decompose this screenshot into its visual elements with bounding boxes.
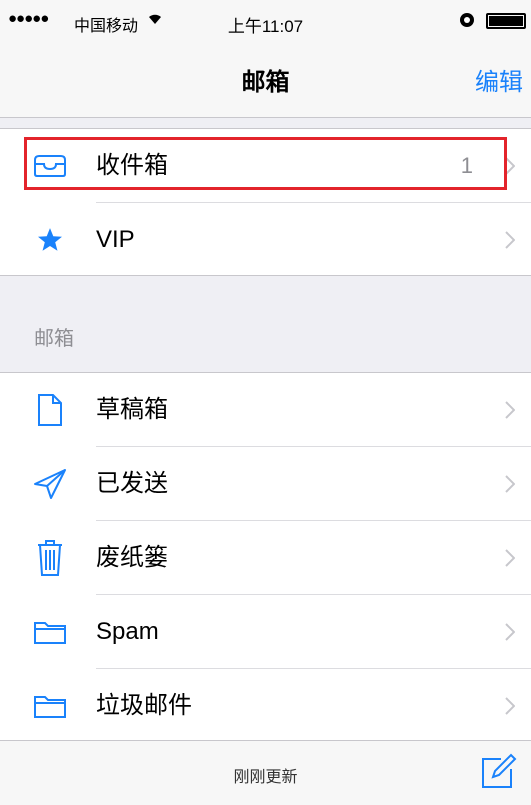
mailbox-row-trash[interactable]: 废纸篓	[0, 521, 531, 595]
compose-icon	[482, 753, 517, 788]
mailbox-label: VIP	[96, 226, 135, 253]
battery-icon	[486, 13, 526, 29]
document-icon	[30, 373, 70, 447]
mailbox-label: Spam	[96, 618, 159, 645]
folder-icon	[30, 669, 70, 743]
mailbox-label: 草稿箱	[96, 396, 168, 423]
folder-icon	[30, 595, 70, 669]
update-status: 刚刚更新	[233, 769, 298, 786]
paper-plane-icon	[30, 447, 70, 521]
inbox-highlight-box	[24, 137, 507, 190]
chevron-right-icon	[505, 373, 515, 447]
bottom-toolbar: 刚刚更新	[0, 740, 531, 805]
mailbox-row-drafts[interactable]: 草稿箱	[0, 373, 531, 447]
mailbox-row-sent[interactable]: 已发送	[0, 447, 531, 521]
status-bar: ●●●●● 中国移动 上午11:07	[0, 0, 531, 40]
chevron-right-icon	[505, 669, 515, 743]
mailbox-label: 废纸篓	[96, 544, 168, 571]
mailbox-label: 垃圾邮件	[96, 692, 192, 719]
mailbox-label: 已发送	[96, 470, 168, 497]
chevron-right-icon	[505, 521, 515, 595]
chevron-right-icon	[505, 447, 515, 521]
mailbox-row-vip[interactable]: VIP	[0, 203, 531, 277]
mailbox-row-spam[interactable]: Spam	[0, 595, 531, 669]
trash-icon	[30, 521, 70, 595]
page-title: 邮箱	[241, 69, 290, 96]
mailbox-row-junk[interactable]: 垃圾邮件	[0, 669, 531, 743]
edit-button[interactable]: 编辑	[475, 62, 523, 97]
compose-button[interactable]	[479, 753, 517, 796]
status-time: 上午11:07	[227, 17, 304, 36]
mailboxes-group: 草稿箱 已发送 废纸篓 Spam 垃圾邮件	[0, 372, 531, 740]
navigation-bar: 邮箱 编辑	[0, 40, 531, 118]
alarm-icon	[458, 10, 476, 32]
chevron-right-icon	[505, 595, 515, 669]
chevron-right-icon	[505, 203, 515, 277]
star-icon	[30, 203, 70, 277]
section-header-mailboxes: 邮箱	[34, 328, 74, 350]
